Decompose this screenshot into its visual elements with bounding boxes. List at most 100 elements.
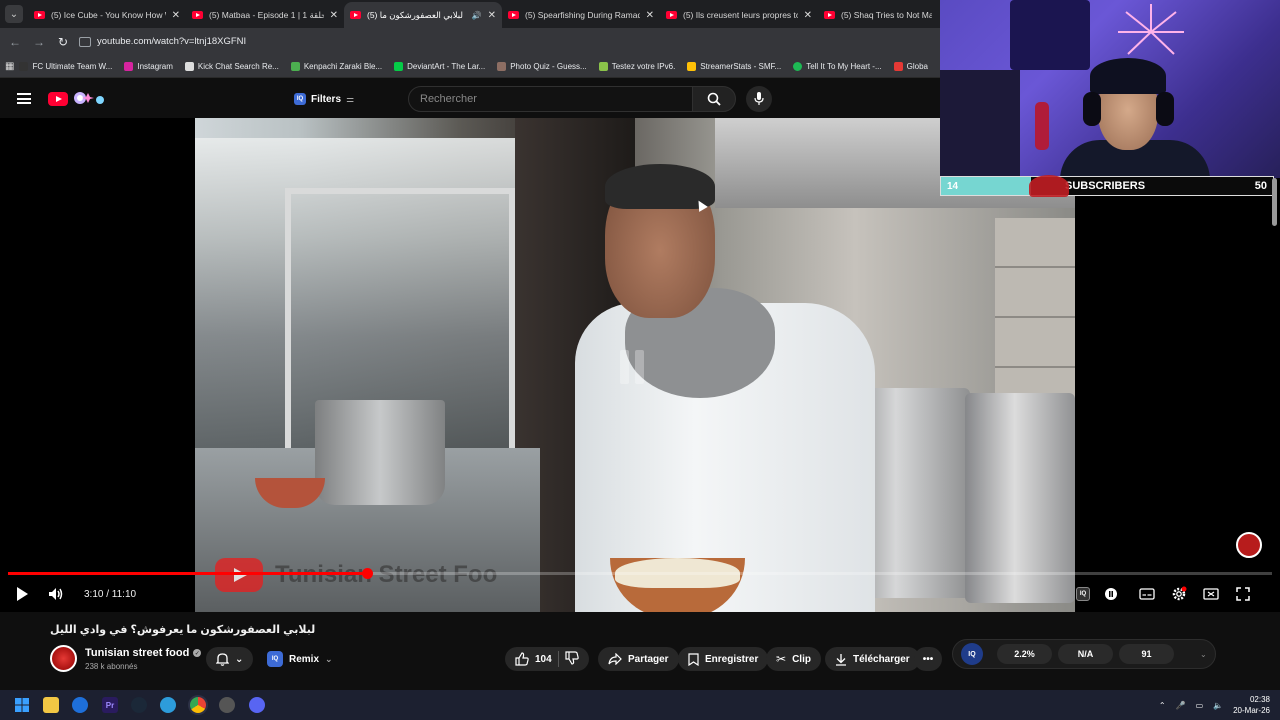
bookmark-item[interactable]: Tell It To My Heart -... (793, 61, 882, 71)
windows-start-icon[interactable] (14, 697, 30, 713)
bookmark-item[interactable]: Photo Quiz - Guess... (497, 61, 587, 71)
like-button[interactable]: 104 (515, 652, 552, 666)
chevron-up-icon[interactable]: ⌃ (1159, 701, 1166, 710)
iq-badge[interactable]: IQ (961, 643, 983, 665)
tab-search-button[interactable]: ⌄ (0, 0, 28, 28)
play-button[interactable] (14, 584, 30, 604)
bookmark-item[interactable]: Kick Chat Search Re... (184, 61, 279, 71)
scene-headset (1083, 92, 1101, 126)
page-scrollbar[interactable] (1272, 178, 1277, 226)
premiere-pro-icon[interactable]: Pr (102, 697, 118, 713)
browser-tab[interactable]: (5) Ice Cube - You Know How W ✕ (28, 2, 186, 28)
obs-icon[interactable] (219, 697, 235, 713)
bell-icon (216, 653, 229, 666)
browser-tab[interactable]: (5) Shaq Tries to Not Make (818, 2, 938, 28)
bookmark-label: StreamerStats - SMF... (700, 61, 782, 71)
close-icon[interactable]: ✕ (646, 10, 654, 21)
menu-icon[interactable] (17, 93, 31, 104)
browser-tab[interactable]: (5) Ils creusent leurs propres to ✕ (660, 2, 818, 28)
more-actions-button[interactable]: ••• (914, 647, 942, 671)
apps-grid-icon[interactable]: ▦ (0, 61, 19, 72)
progress-scrubber[interactable] (361, 568, 373, 579)
browser-tab[interactable]: (5) Spearfishing During Ramad ✕ (502, 2, 660, 28)
tab-title: (5) Ils creusent leurs propres to (683, 10, 798, 20)
progress-bar[interactable] (8, 568, 1272, 579)
chevron-down-icon[interactable]: ⌄ (1200, 650, 1207, 659)
subtitles-button[interactable] (1138, 584, 1156, 604)
dislike-button[interactable] (565, 650, 579, 668)
brand-logo-icon (1029, 175, 1069, 197)
voice-search-button[interactable] (746, 86, 772, 112)
verified-icon: ✓ (193, 649, 202, 657)
fullscreen-button[interactable] (1235, 584, 1251, 604)
bookmark-label: Kick Chat Search Re... (197, 61, 279, 71)
reload-icon[interactable]: ↻ (51, 35, 75, 49)
bookmark-item[interactable]: DeviantArt - The Lar... (394, 61, 486, 71)
bookmark-item[interactable]: Kenpachi Zaraki Ble... (290, 61, 383, 71)
close-icon[interactable]: ✕ (488, 10, 496, 21)
browser-tab-active[interactable]: (5) لبلابي العصفورشكون ما 🔊 ✕ (344, 2, 502, 28)
chrome-icon[interactable] (190, 697, 206, 713)
subscriber-count: 14 (941, 177, 1031, 195)
site-info-icon[interactable] (79, 36, 91, 47)
discord-icon[interactable] (249, 697, 265, 713)
bookmark-favicon-icon (497, 61, 507, 71)
speaker-icon[interactable]: 🔊 (472, 11, 482, 20)
bookmark-label: Tell It To My Heart -... (806, 61, 882, 71)
iq-extension-icon: IQ (267, 651, 283, 667)
stat-value: 91 (1119, 644, 1174, 664)
settings-button[interactable] (1170, 584, 1188, 604)
doodle-icon[interactable] (72, 89, 106, 107)
search-input[interactable]: Rechercher (408, 86, 693, 112)
channel-branding-icon[interactable] (1236, 532, 1262, 558)
download-label: Télécharger (853, 653, 910, 665)
bookmark-label: Kenpachi Zaraki Ble... (303, 61, 383, 71)
close-icon[interactable]: ✕ (804, 10, 812, 21)
subscriber-goal-bar: 14 SUBSCRIBERS 50 (940, 175, 1274, 197)
tab-title: (5) لبلابي العصفورشكون ما (367, 9, 463, 20)
autoplay-toggle[interactable] (1103, 584, 1119, 604)
bookmark-item[interactable]: Globa (893, 61, 928, 71)
youtube-favicon-icon (824, 11, 835, 19)
notification-button[interactable]: ⌄ (206, 647, 254, 671)
bookmark-label: DeviantArt - The Lar... (407, 61, 486, 71)
player-controls: 3:10 / 11:10 IQ (0, 582, 1280, 606)
microphone-icon[interactable]: 🎤 (1176, 701, 1186, 710)
clock[interactable]: 02:38 20-Mar-26 (1233, 694, 1270, 716)
bookmark-item[interactable]: Instagram (124, 61, 173, 71)
volume-button[interactable] (46, 584, 66, 604)
outlook-icon[interactable] (72, 697, 88, 713)
url-field[interactable]: youtube.com/watch?v=ltnj18XGFNI (79, 36, 246, 47)
iq-player-button[interactable]: IQ (1075, 584, 1091, 604)
browser-tab[interactable]: (5) Matbaa - Episode 1 | الحلقة 1 ✕ (186, 2, 344, 28)
steam-icon[interactable] (131, 697, 147, 713)
subscriber-count-label: 238 k abonnés (85, 662, 138, 671)
subscriber-label: SUBSCRIBERS (1065, 180, 1146, 192)
chevron-down-icon: ⌄ (5, 5, 23, 23)
filters-button[interactable]: IQ Filters ⚌ (286, 87, 362, 111)
bookmark-item[interactable]: StreamerStats - SMF... (687, 61, 782, 71)
file-explorer-icon[interactable] (43, 697, 59, 713)
stat-value: 2.2% (997, 644, 1052, 664)
clock-date: 20-Mar-26 (1233, 706, 1270, 715)
channel-avatar[interactable] (50, 645, 77, 672)
forward-arrow-icon[interactable]: → (27, 35, 51, 49)
display-icon[interactable]: ▭ (1196, 701, 1204, 710)
remix-button[interactable]: IQ Remix ⌄ (263, 647, 337, 671)
search-button[interactable] (692, 86, 736, 112)
volume-icon (49, 588, 63, 600)
share-button[interactable]: Partager (598, 647, 679, 671)
save-button[interactable]: Enregistrer (678, 647, 769, 671)
channel-name-row[interactable]: Tunisian street food ✓ (85, 647, 202, 659)
back-arrow-icon[interactable]: ← (3, 35, 27, 49)
youtube-logo-icon[interactable] (48, 92, 68, 106)
theater-mode-button[interactable] (1202, 584, 1220, 604)
close-icon[interactable]: ✕ (172, 10, 180, 21)
download-button[interactable]: Télécharger (825, 647, 920, 671)
photoshop-express-icon[interactable] (160, 697, 176, 713)
speaker-icon[interactable]: 🔈 (1213, 701, 1223, 710)
close-icon[interactable]: ✕ (330, 10, 338, 21)
bookmark-item[interactable]: Testez votre IPv6. (598, 61, 675, 71)
clip-button[interactable]: ✂ Clip (766, 647, 821, 671)
bookmark-item[interactable]: FC Ultimate Team W... (19, 61, 112, 71)
